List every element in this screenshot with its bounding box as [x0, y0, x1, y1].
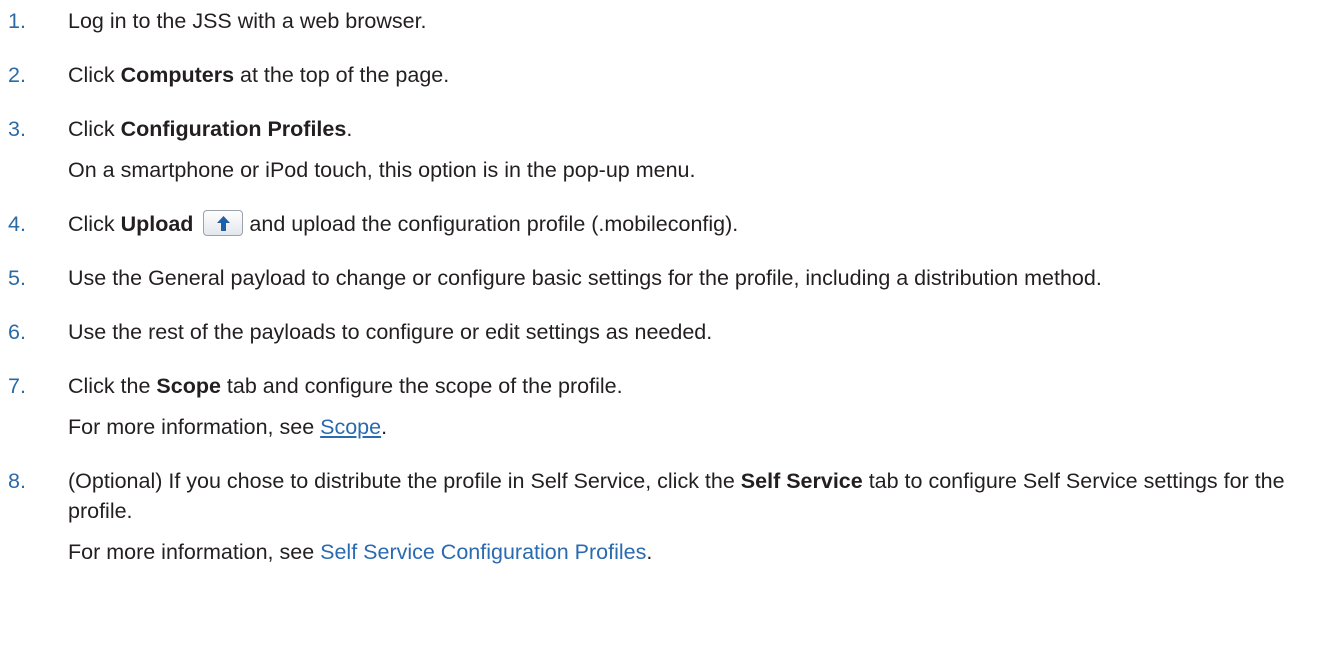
note-text-pre: For more information, see — [68, 540, 321, 564]
step-text-pre: Click — [68, 212, 121, 236]
step-number: 3. — [8, 117, 26, 141]
step-8: 8. (Optional) If you chose to distribute… — [0, 466, 1342, 567]
step-note: For more information, see Scope. — [68, 412, 1342, 442]
step-text: Use the General payload to change or con… — [68, 266, 1102, 290]
step-number: 4. — [8, 212, 26, 236]
document-body: 1. Log in to the JSS with a web browser.… — [0, 0, 1342, 567]
upload-button-image — [203, 210, 244, 236]
step-text-post: and upload the configuration profile (.m… — [249, 212, 739, 236]
step-number: 8. — [8, 469, 26, 493]
step-7: 7. Click the Scope tab and configure the… — [0, 371, 1342, 442]
step-note: On a smartphone or iPod touch, this opti… — [68, 158, 696, 182]
step-note: For more information, see Self Service C… — [68, 537, 1342, 567]
step-3: 3. Click Configuration Profiles. On a sm… — [0, 114, 1342, 185]
step-number: 2. — [8, 63, 26, 87]
step-text-post: . — [346, 117, 353, 141]
step-text-pre: Click the — [68, 374, 157, 398]
step-text: Use the rest of the payloads to configur… — [68, 320, 713, 344]
scope-link[interactable]: Scope — [320, 415, 381, 439]
step-text-pre: Click — [68, 63, 121, 87]
ui-term-upload: Upload — [120, 212, 194, 236]
step-text: Log in to the JSS with a web browser. — [68, 9, 427, 33]
step-number: 5. — [8, 266, 26, 290]
step-5: 5. Use the General payload to change or … — [0, 263, 1342, 293]
upload-arrow-icon — [217, 216, 231, 231]
ui-term-scope: Scope — [156, 374, 221, 398]
step-number: 1. — [8, 9, 26, 33]
note-text-post: . — [381, 415, 388, 439]
self-service-configuration-profiles-link[interactable]: Self Service Configuration Profiles — [320, 540, 646, 564]
step-number: 7. — [8, 374, 26, 398]
step-6: 6. Use the rest of the payloads to confi… — [0, 317, 1342, 347]
ui-term-computers: Computers — [120, 63, 235, 87]
step-text-pre: (Optional) If you chose to distribute th… — [68, 469, 741, 493]
procedure-steps: 1. Log in to the JSS with a web browser.… — [0, 6, 1342, 567]
step-text-pre: Click — [68, 117, 121, 141]
step-text-post: tab and configure the scope of the profi… — [220, 374, 623, 398]
step-4: 4. Click Upload and upload the configura… — [0, 209, 1342, 239]
ui-term-self-service: Self Service — [740, 469, 863, 493]
step-1: 1. Log in to the JSS with a web browser. — [0, 6, 1342, 36]
step-text-post: at the top of the page. — [234, 63, 450, 87]
note-text-post: . — [646, 540, 653, 564]
note-text-pre: For more information, see — [68, 415, 321, 439]
step-number: 6. — [8, 320, 26, 344]
step-2: 2. Click Computers at the top of the pag… — [0, 60, 1342, 90]
ui-term-configuration-profiles: Configuration Profiles — [120, 117, 347, 141]
